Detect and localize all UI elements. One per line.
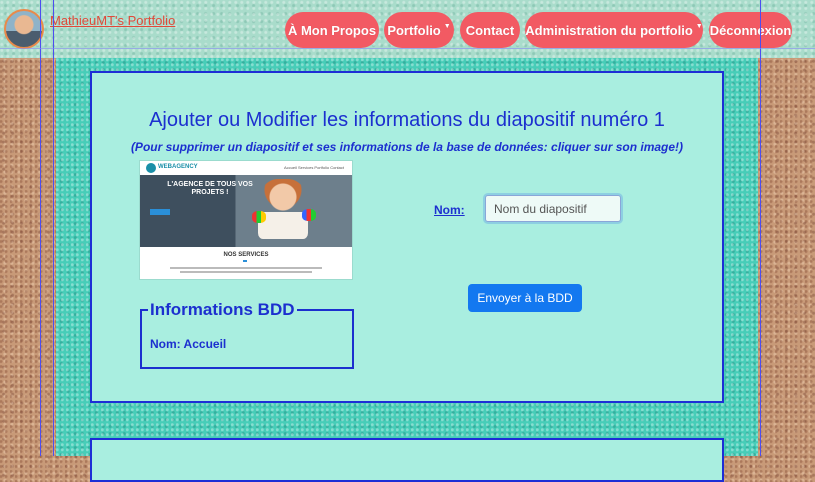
nom-label: Nom:	[434, 203, 465, 217]
next-panel	[90, 438, 724, 482]
nav-deconnexion[interactable]: Déconnexion	[709, 12, 792, 48]
nav-label: Portfolio	[387, 22, 441, 38]
nav-portfolio[interactable]: Portfolio ▼	[384, 12, 454, 48]
nav-administration[interactable]: Administration du portfolio ▼	[525, 12, 703, 48]
nav-label: Contact	[465, 22, 515, 38]
thumb-services: NOS SERVICES	[223, 252, 269, 258]
nav-label: À Mon Propos	[287, 22, 377, 38]
guide-line	[0, 48, 815, 49]
guide-line	[53, 0, 54, 456]
page-subtitle: (Pour supprimer un diapositif et ses inf…	[130, 140, 684, 154]
thumb-headline: L'AGENCE DE TOUS VOS PROJETS !	[167, 181, 253, 196]
thumb-menu: Accueil Services Portfolio Contact	[283, 165, 344, 170]
guide-line	[760, 0, 761, 456]
edit-slide-panel: Ajouter ou Modifier les informations du …	[90, 71, 724, 403]
caret-down-icon: ▼	[443, 22, 451, 30]
nom-input[interactable]	[485, 195, 621, 222]
navbar: MathieuMT's Portfolio À Mon Propos Portf…	[0, 0, 815, 58]
slide-thumbnail[interactable]: WEBAGENCY Accueil Services Portfolio Con…	[140, 161, 352, 279]
thumb-logo-icon	[146, 163, 156, 173]
brand-link[interactable]: MathieuMT's Portfolio	[50, 13, 175, 28]
info-bdd-fieldset: Informations BDD Nom: Accueil	[140, 300, 354, 369]
avatar[interactable]	[4, 9, 44, 49]
guide-line	[40, 0, 41, 456]
thumb-text-line	[170, 267, 322, 269]
nav-a-mon-propos[interactable]: À Mon Propos	[285, 12, 379, 48]
info-bdd-legend: Informations BDD	[148, 300, 297, 320]
nav-label: Administration du portfolio	[525, 22, 693, 38]
nav-label: Déconnexion	[709, 22, 792, 38]
thumb-text-line	[180, 271, 312, 273]
caret-down-icon: ▼	[695, 22, 703, 30]
thumb-brand: WEBAGENCY	[158, 164, 198, 170]
thumb-paint-hand	[252, 211, 266, 223]
thumb-button	[150, 209, 170, 215]
nav-contact[interactable]: Contact	[460, 12, 520, 48]
submit-button[interactable]: Envoyer à la BDD	[468, 284, 582, 312]
page-title: Ajouter ou Modifier les informations du …	[149, 109, 665, 131]
info-bdd-value: Nom: Accueil	[150, 337, 227, 351]
thumb-paint-hand	[302, 209, 316, 221]
thumb-divider	[243, 260, 247, 262]
